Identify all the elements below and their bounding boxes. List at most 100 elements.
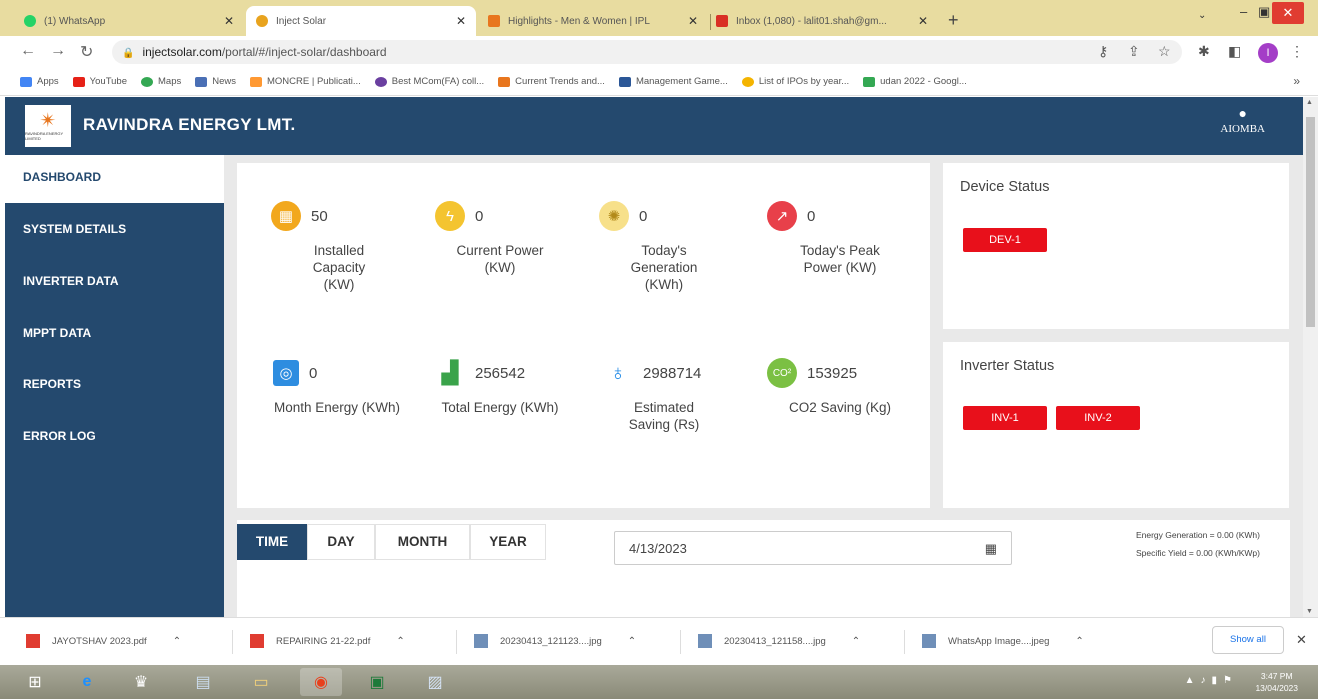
stat-label: Total Energy (KWh) xyxy=(441,400,559,415)
bookmark-youtube[interactable]: YouTube xyxy=(72,76,127,87)
stat-value: 0 xyxy=(807,207,816,225)
clock-time: 3:47 PM xyxy=(1260,671,1293,681)
desktop-app-icon[interactable]: ▤ xyxy=(182,668,224,696)
chevron-up-icon[interactable]: ⌃ xyxy=(173,636,181,647)
download-item[interactable]: JAYOTSHAV 2023.pdf ⌃ xyxy=(26,634,181,648)
user-menu[interactable]: ● AIOMBA xyxy=(1220,107,1265,135)
stat-current-power: ϟ0 Current Power (KW) xyxy=(425,196,575,276)
forward-icon[interactable]: → xyxy=(50,42,66,60)
bookmark-apps[interactable]: Apps xyxy=(20,76,59,87)
download-divider xyxy=(904,630,905,654)
tab-day[interactable]: DAY xyxy=(307,524,375,560)
file-explorer-icon[interactable]: ▭ xyxy=(240,668,282,696)
gmail-icon xyxy=(716,15,728,27)
ipo-icon xyxy=(741,76,754,87)
bookmark-star-icon[interactable]: ☆ xyxy=(1158,43,1171,60)
tab-whatsapp[interactable]: (1) WhatsApp ✕ xyxy=(14,6,244,36)
peak-power-icon: ↗ xyxy=(767,201,797,231)
bookmark-management-game[interactable]: Management Game... xyxy=(618,76,728,87)
page-scrollbar[interactable]: ▲ ▼ xyxy=(1303,97,1318,617)
bookmark-news[interactable]: News xyxy=(195,76,236,87)
stat-total-energy: ▟ 256542 Total Energy (KWh) xyxy=(425,353,575,416)
photo-viewer-icon[interactable]: ▨ xyxy=(414,668,456,696)
excel-icon[interactable]: ▣ xyxy=(356,668,398,696)
system-tray-icons[interactable]: ▲♪▮⚑ xyxy=(1185,675,1238,686)
close-tab-icon[interactable]: ✕ xyxy=(918,14,928,28)
bookmark-mcom[interactable]: Best MCom(FA) coll... xyxy=(374,76,484,87)
show-all-downloads-button[interactable]: Show all xyxy=(1212,626,1284,654)
window-close-icon[interactable]: ✕ xyxy=(1272,2,1304,24)
sidebar-item-error-log[interactable]: ERROR LOG xyxy=(5,414,224,458)
new-tab-button[interactable]: + xyxy=(948,10,959,31)
date-picker-input[interactable]: 4/13/2023 ▦ xyxy=(614,531,1012,565)
bookmark-label: Management Game... xyxy=(635,76,728,87)
restore-icon[interactable]: ▣ xyxy=(1258,4,1270,20)
company-logo[interactable]: ✴ RAVINDRA ENERGY LIMITED xyxy=(25,105,71,147)
downloads-bar: JAYOTSHAV 2023.pdf ⌃ REPAIRING 21-22.pdf ⌃… xyxy=(0,617,1318,665)
sidebar-item-system-details[interactable]: SYSTEM DETAILS xyxy=(5,207,224,251)
profile-avatar[interactable]: I xyxy=(1258,43,1278,63)
tab-year[interactable]: YEAR xyxy=(470,524,546,560)
pdf-file-icon xyxy=(250,634,264,648)
tab-gmail[interactable]: Inbox (1,080) - lalit01.shah@gm... ✕ xyxy=(706,6,938,36)
scrollbar-thumb[interactable] xyxy=(1306,117,1315,327)
bookmark-ipos[interactable]: List of IPOs by year... xyxy=(741,76,849,87)
tab-inject-solar[interactable]: Inject Solar ✕ xyxy=(246,6,476,36)
image-file-icon xyxy=(922,634,936,648)
download-item[interactable]: 20230413_121123....jpg ⌃ xyxy=(474,634,636,648)
internet-explorer-icon[interactable]: e xyxy=(66,668,108,696)
download-item[interactable]: 20230413_121158....jpg ⌃ xyxy=(698,634,860,648)
bookmark-trends[interactable]: Current Trends and... xyxy=(498,76,605,87)
windows-start-icon[interactable]: ⊞ xyxy=(14,668,56,696)
bookmark-maps[interactable]: Maps xyxy=(141,76,181,87)
image-file-icon xyxy=(474,634,488,648)
download-item[interactable]: REPAIRING 21-22.pdf ⌃ xyxy=(250,634,405,648)
chevron-up-icon[interactable]: ⌃ xyxy=(1075,636,1083,647)
share-icon[interactable]: ⇪ xyxy=(1128,43,1140,60)
bookmarks-overflow-icon[interactable]: » xyxy=(1293,74,1300,88)
chevron-up-icon[interactable]: ⌃ xyxy=(396,636,404,647)
stat-installed-capacity: ▦ 50 Installed Capacity (KW) xyxy=(259,196,409,293)
side-panel-icon[interactable]: ◧ xyxy=(1228,43,1241,60)
calendar-energy-icon: ◎ xyxy=(273,360,299,386)
tab-time[interactable]: TIME xyxy=(237,524,307,560)
reload-icon[interactable]: ↻ xyxy=(80,42,93,62)
scroll-down-icon[interactable]: ▼ xyxy=(1306,608,1313,615)
bookmark-udan[interactable]: udan 2022 - Googl... xyxy=(863,76,967,87)
device-badge-dev-1[interactable]: DEV-1 xyxy=(963,228,1047,252)
extensions-icon[interactable]: ✱ xyxy=(1198,43,1210,60)
back-icon[interactable]: ← xyxy=(20,42,36,60)
inverter-badge-inv-1[interactable]: INV-1 xyxy=(963,406,1047,430)
download-item[interactable]: WhatsApp Image....jpeg ⌃ xyxy=(922,634,1084,648)
calendar-icon[interactable]: ▦ xyxy=(985,532,997,566)
bookmark-moncre[interactable]: MONCRE | Publicati... xyxy=(250,76,361,87)
url-field[interactable]: 🔒 injectsolar.com/portal/#/inject-solar/d… xyxy=(112,40,1182,64)
inverter-badge-inv-2[interactable]: INV-2 xyxy=(1056,406,1140,430)
savings-icon: ♁ xyxy=(609,360,627,385)
sidebar-item-dashboard[interactable]: DASHBOARD xyxy=(5,155,224,203)
chevron-up-icon[interactable]: ⌃ xyxy=(628,636,636,647)
sidebar-item-reports[interactable]: REPORTS xyxy=(5,362,224,406)
generation-icon: ✺ xyxy=(599,201,629,231)
close-tab-icon[interactable]: ✕ xyxy=(688,14,698,28)
close-downloads-icon[interactable]: ✕ xyxy=(1296,632,1307,648)
stat-label: CO2 Saving (Kg) xyxy=(788,400,892,415)
chevron-up-icon[interactable]: ⌃ xyxy=(852,636,860,647)
tab-highlights[interactable]: Highlights - Men & Women | IPL ✕ xyxy=(478,6,708,36)
sidebar-item-mppt-data[interactable]: MPPT DATA xyxy=(5,311,224,355)
tab-month[interactable]: MONTH xyxy=(375,524,470,560)
device-status-card: Device Status DEV-1 xyxy=(943,163,1289,329)
tab-search-icon[interactable]: ⌄ xyxy=(1198,10,1206,21)
pdf-file-icon xyxy=(26,634,40,648)
chrome-icon[interactable]: ◉ xyxy=(300,668,342,696)
close-tab-icon[interactable]: ✕ xyxy=(224,14,234,28)
close-tab-icon[interactable]: ✕ xyxy=(456,14,466,28)
scroll-up-icon[interactable]: ▲ xyxy=(1306,99,1313,106)
sidebar-item-inverter-data[interactable]: INVERTER DATA xyxy=(5,259,224,303)
key-icon[interactable]: ⚷ xyxy=(1098,43,1108,60)
trophy-app-icon[interactable]: ♛ xyxy=(120,668,162,696)
taskbar-clock[interactable]: 3:47 PM 13/04/2023 xyxy=(1255,670,1298,694)
minimize-icon[interactable]: – xyxy=(1240,4,1247,19)
download-filename: 20230413_121123....jpg xyxy=(500,635,602,647)
menu-icon[interactable]: ⋮ xyxy=(1290,43,1304,60)
